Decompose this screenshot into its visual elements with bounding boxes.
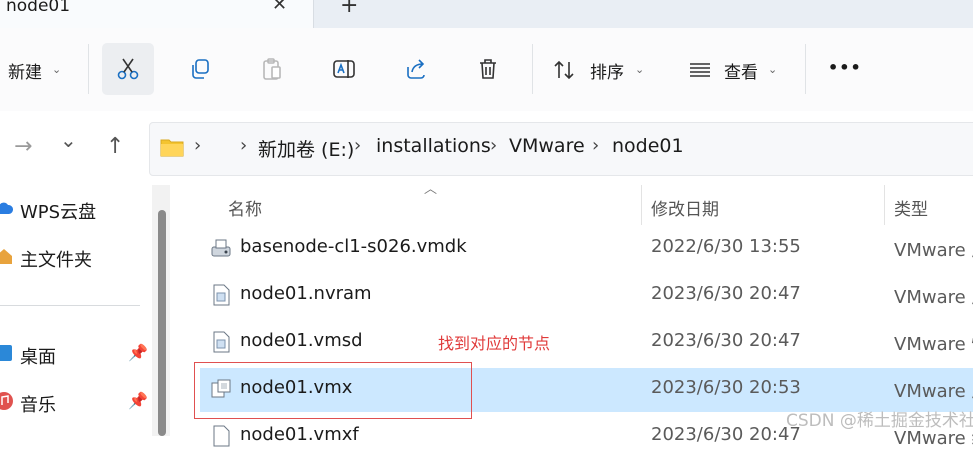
new-tab-icon[interactable]: + [340, 0, 358, 18]
divider [532, 44, 533, 94]
annotation-box [194, 362, 472, 419]
sidebar-item-label: 主文件夹 [20, 250, 92, 271]
vmware-file-icon [213, 331, 230, 353]
file-type: VMware 虚 [894, 240, 973, 261]
vmware-file-icon [213, 284, 230, 306]
sort-label: 排序 [590, 63, 624, 83]
file-row[interactable]: node01.nvram 2023/6/30 20:47 VMware 虚 [200, 274, 973, 318]
up-icon[interactable]: ↑ [106, 134, 124, 159]
breadcrumb-node01[interactable]: node01 [612, 135, 684, 157]
forward-icon[interactable]: → [14, 134, 32, 159]
column-header-date[interactable]: 修改日期 [651, 195, 719, 220]
sort-button[interactable]: 排序 ⌄ [552, 56, 652, 86]
breadcrumb-installations[interactable]: installations [376, 135, 491, 157]
file-date: 2022/6/30 13:55 [651, 236, 801, 257]
sidebar-item-home[interactable]: 主文件夹 [0, 244, 140, 272]
divider [88, 44, 89, 94]
cloud-icon [0, 202, 14, 214]
file-date: 2023/6/30 20:47 [651, 283, 801, 304]
trash-icon [480, 59, 496, 79]
address-bar[interactable]: › › 新加卷 (E:) › installations › VMware › … [149, 122, 973, 176]
file-date: 2023/6/30 20:53 [651, 377, 801, 398]
view-label: 查看 [724, 63, 758, 83]
file-name: basenode-cl1-s026.vmdk [240, 236, 467, 257]
sort-icon [554, 60, 574, 80]
sidebar-item-wps[interactable]: WPS云盘 [0, 196, 140, 224]
music-icon [0, 392, 13, 410]
new-button[interactable]: 新建 ⌄ [0, 56, 70, 86]
sidebar-item-label: 桌面 [20, 347, 56, 368]
copy-icon [192, 59, 209, 79]
tab-bar: node01 ✕ + [0, 0, 973, 28]
column-divider[interactable] [884, 185, 885, 225]
chevron-down-icon: ⌄ [52, 63, 62, 76]
scissors-icon [117, 58, 139, 80]
vmware-file-icon [213, 425, 230, 447]
file-date: 2023/6/30 20:47 [651, 424, 801, 445]
file-name: node01.vmsd [240, 330, 363, 351]
cut-button[interactable] [102, 43, 154, 95]
breadcrumb-vmware[interactable]: VMware [509, 135, 585, 157]
column-divider[interactable] [641, 185, 642, 225]
breadcrumb-drive[interactable]: 新加卷 (E:) [258, 135, 354, 162]
copy-button[interactable] [174, 43, 226, 95]
paste-button[interactable] [246, 43, 298, 95]
breadcrumb-separator: › [240, 135, 248, 156]
breadcrumb-separator: › [194, 135, 202, 156]
folder-icon [160, 139, 184, 157]
pin-icon[interactable]: 📌 [128, 391, 148, 410]
new-label: 新建 [8, 63, 42, 83]
chevron-down-icon: ⌄ [768, 63, 778, 76]
annotation-text: 找到对应的节点 [438, 334, 551, 353]
sidebar-item-label: WPS云盘 [20, 202, 97, 223]
view-icon [690, 63, 710, 77]
view-button[interactable]: 查看 ⌄ [688, 56, 788, 86]
tab-title: node01 [6, 0, 71, 16]
file-name: node01.vmxf [240, 424, 359, 445]
file-date: 2023/6/30 20:47 [651, 330, 801, 351]
recent-locations-icon[interactable]: ⌄ [60, 128, 77, 152]
close-icon[interactable]: ✕ [272, 0, 287, 15]
column-header-type[interactable]: 类型 [894, 195, 928, 220]
column-header-name[interactable]: 名称 [228, 195, 262, 220]
chevron-down-icon: ⌄ [635, 63, 645, 76]
command-bar: 新建 ⌄ 排序 ⌄ 查看 ⌄ ••• [0, 28, 973, 112]
scrollbar-thumb[interactable] [158, 210, 166, 436]
tab-node01[interactable]: node01 ✕ [0, 0, 314, 28]
breadcrumb-separator: › [354, 135, 362, 156]
delete-button[interactable] [462, 43, 514, 95]
more-icon[interactable]: ••• [828, 58, 862, 77]
file-row[interactable]: node01.vmsd 2023/6/30 20:47 VMware 快 [200, 321, 973, 365]
share-button[interactable] [390, 43, 442, 95]
file-name: node01.nvram [240, 283, 372, 304]
file-type: VMware 虚 [894, 381, 973, 402]
breadcrumb-separator: › [592, 135, 600, 156]
sidebar-item-music[interactable]: 音乐 📌 [0, 389, 150, 417]
desktop-icon [0, 345, 12, 361]
sidebar-item-label: 音乐 [20, 395, 56, 416]
sidebar-divider [0, 305, 140, 306]
disk-file-icon [211, 239, 231, 257]
file-type: VMware 虚 [894, 287, 973, 308]
share-icon [407, 59, 425, 79]
breadcrumb-separator: › [490, 135, 498, 156]
file-row[interactable]: basenode-cl1-s026.vmdk 2022/6/30 13:55 V… [200, 227, 973, 271]
file-type: VMware 快 [894, 334, 973, 355]
sort-ascending-icon: ︿ [424, 182, 438, 197]
pin-icon[interactable]: 📌 [128, 343, 148, 362]
watermark: CSDN @稀土掘金技术社区 [786, 411, 973, 431]
clipboard-icon [263, 58, 281, 80]
rename-button[interactable] [318, 43, 370, 95]
sidebar-item-desktop[interactable]: 桌面 📌 [0, 341, 150, 369]
divider [805, 44, 806, 94]
rename-icon [333, 60, 355, 78]
home-icon [0, 249, 12, 264]
